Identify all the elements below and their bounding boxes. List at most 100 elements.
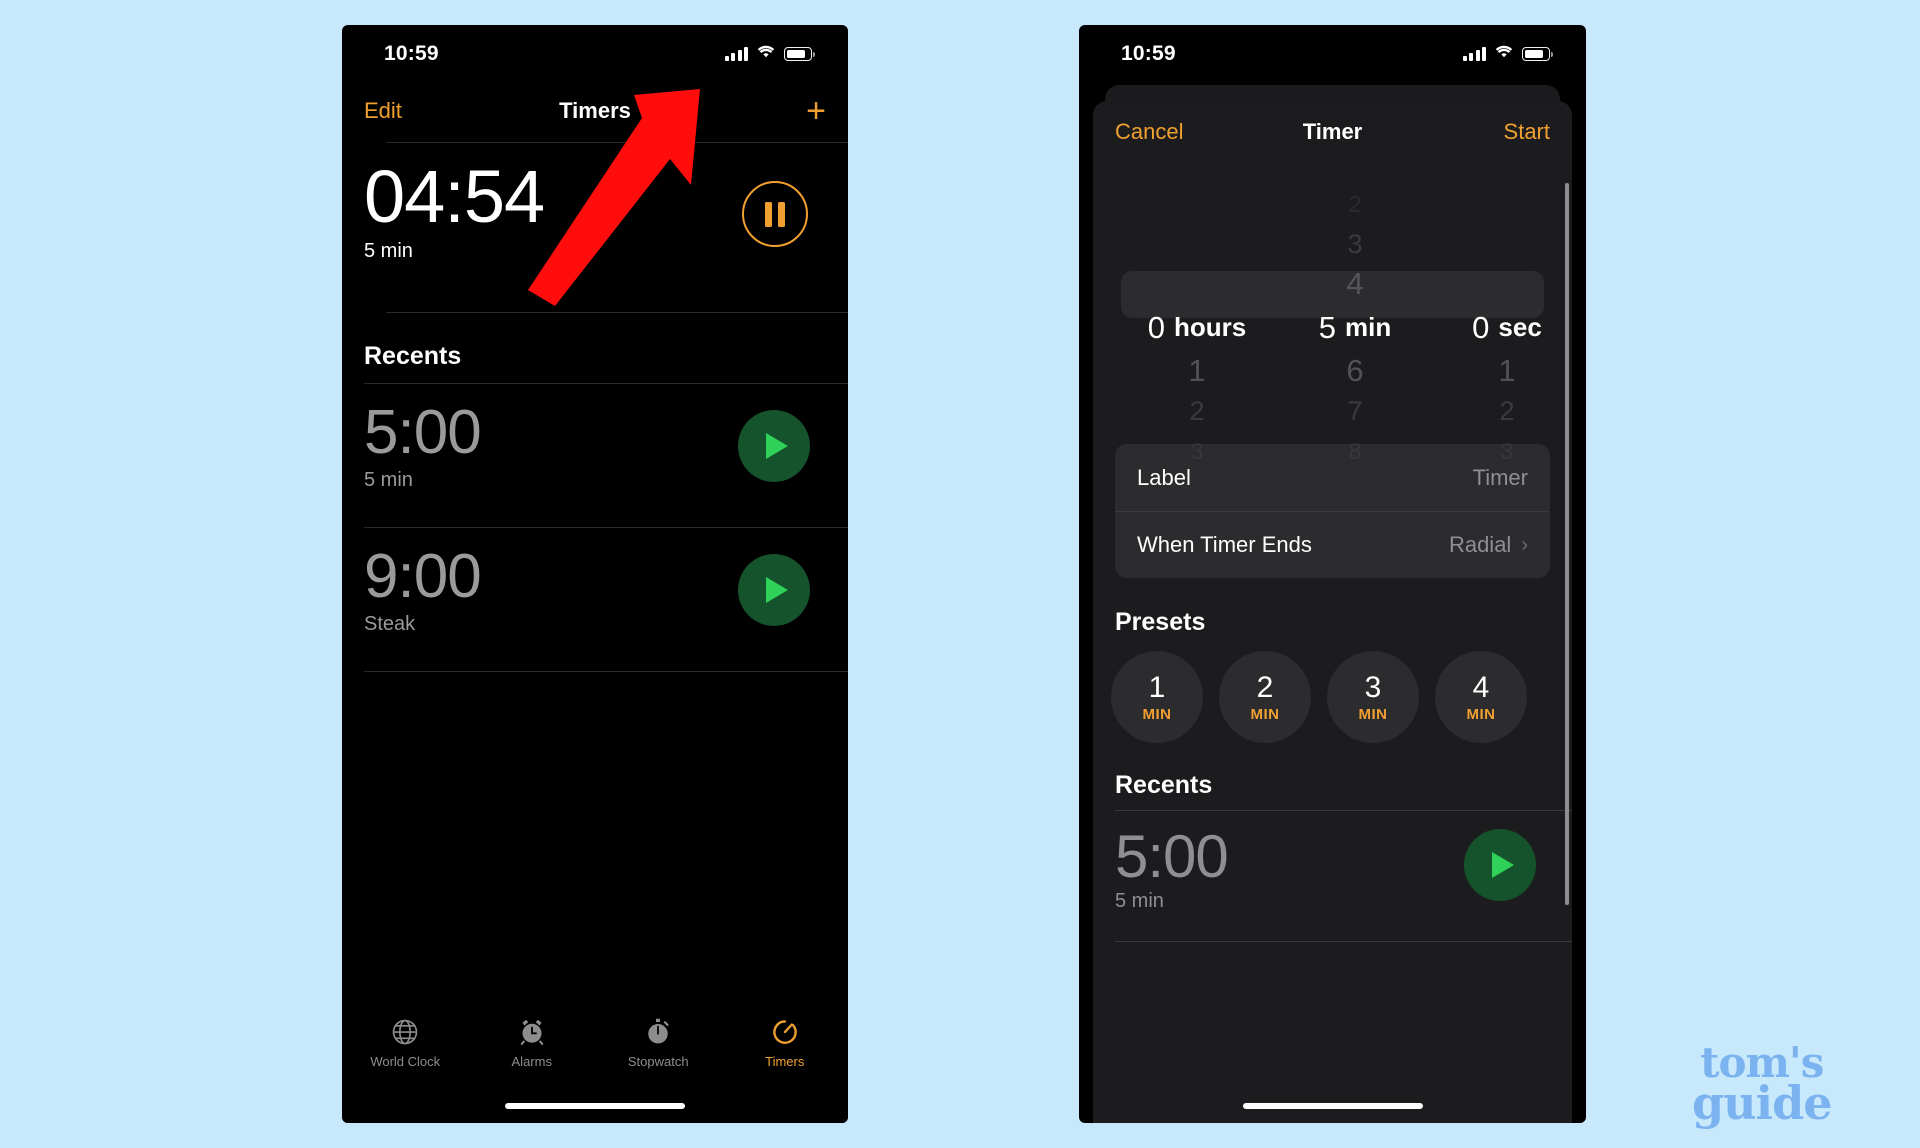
preset-button-4[interactable]: 4 MIN [1435,651,1527,743]
picker-value: 5 [1318,309,1336,345]
right-phone-screen: 10:59 Cancel Timer Start 0 hours 1 2 3 2… [1079,25,1586,1123]
status-time: 10:59 [1121,42,1176,65]
play-button[interactable] [738,410,810,482]
tab-timers[interactable]: Timers [722,1017,849,1069]
picker-option[interactable]: 1 [1115,351,1279,391]
chevron-right-icon: › [1521,533,1528,556]
picker-option[interactable]: 4 [1279,264,1431,304]
recents-section-left: Recents 5:00 5 min 9:00 Steak [342,318,848,672]
picker-option[interactable] [1115,224,1279,264]
picker-option[interactable]: 2 [1431,391,1572,431]
page-title: Timers [559,98,631,123]
stopwatch-icon [643,1017,673,1047]
when-timer-ends-row[interactable]: When Timer Ends Radial › [1115,511,1550,578]
left-phone-screen: 10:59 Edit Timers + 04:54 5 min Recents … [342,25,848,1123]
left-nav-bar: Edit Timers + [342,83,848,139]
picker-option[interactable]: 3 [1115,431,1279,471]
home-indicator[interactable] [505,1103,685,1109]
globe-icon [390,1017,420,1047]
picker-column-hours[interactable]: 0 hours 1 2 3 [1115,167,1279,464]
status-icons [1462,45,1553,64]
picker-option[interactable]: 1 [1431,351,1572,391]
pause-button[interactable] [742,181,808,247]
picker-column-minutes[interactable]: 2 3 4 5 min 6 7 8 [1279,167,1431,464]
play-icon [1492,852,1514,878]
active-timer-row[interactable]: 04:54 5 min [342,143,848,293]
signal-bars-icon [1462,47,1486,61]
presets-row: 1 MIN 2 MIN 3 MIN 4 MIN [1093,651,1572,743]
cancel-button[interactable]: Cancel [1115,119,1183,145]
recents-header: Recents [364,342,462,370]
tab-label: Alarms [511,1054,552,1069]
tab-label: Stopwatch [627,1054,689,1069]
status-bar-right: 10:59 [1079,25,1586,83]
edit-button[interactable]: Edit [364,98,402,124]
picker-option[interactable] [1431,184,1572,224]
tab-alarms[interactable]: Alarms [469,1017,596,1069]
tab-stopwatch[interactable]: Stopwatch [595,1017,722,1069]
preset-unit: MIN [1466,706,1496,723]
timer-icon [770,1017,800,1047]
picker-unit: min [1345,312,1392,342]
preset-number: 4 [1472,671,1490,704]
play-icon [766,433,788,459]
active-timer-label: 5 min [364,240,413,263]
table-row[interactable]: 5:00 5 min [342,384,848,527]
picker-selected-seconds[interactable]: 0 sec [1431,304,1572,351]
duration-picker[interactable]: 0 hours 1 2 3 2 3 4 5 min 6 7 8 0 sec 1 … [1093,167,1572,464]
picker-option[interactable]: 2 [1279,184,1431,224]
row-label: When Timer Ends [1137,532,1312,557]
preset-unit: MIN [1142,706,1172,723]
preset-button-3[interactable]: 3 MIN [1327,651,1419,743]
table-row[interactable]: 9:00 Steak [342,528,848,671]
preset-button-2[interactable]: 2 MIN [1219,651,1311,743]
play-icon [766,577,788,603]
sheet-nav-bar: Cancel Timer Start [1093,101,1572,163]
wifi-icon [1495,45,1513,64]
preset-number: 3 [1364,671,1382,704]
picker-option[interactable]: 3 [1279,224,1431,264]
picker-option[interactable] [1115,184,1279,224]
toms-guide-watermark: tom's guide [1692,1041,1833,1131]
picker-option[interactable]: 8 [1279,431,1431,471]
watermark-line-2: guide [1692,1076,1833,1131]
home-indicator[interactable] [1242,1103,1423,1109]
new-timer-sheet: Cancel Timer Start 0 hours 1 2 3 2 3 4 5… [1093,101,1572,1123]
presets-header: Presets [1115,608,1206,636]
tab-world-clock[interactable]: World Clock [342,1017,469,1069]
preset-button-1[interactable]: 1 MIN [1111,651,1203,743]
picker-selected-hours[interactable]: 0 hours [1115,304,1279,351]
divider [1115,941,1572,942]
add-timer-button[interactable]: + [806,94,826,128]
picker-option[interactable]: 3 [1431,431,1572,471]
tab-label: World Clock [370,1054,441,1069]
picker-option[interactable]: 2 [1115,391,1279,431]
picker-unit: hours [1174,312,1247,342]
pause-icon [765,201,772,227]
tab-label: Timers [765,1054,805,1069]
picker-option[interactable] [1431,224,1572,264]
picker-option[interactable] [1115,264,1279,304]
divider [386,312,848,313]
screenshot-canvas: 10:59 Edit Timers + 04:54 5 min Recents … [0,0,1920,1148]
picker-selected-minutes[interactable]: 5 min [1279,304,1431,351]
alarm-clock-icon [517,1017,547,1047]
status-bar-left: 10:59 [342,25,848,83]
divider [364,671,848,672]
picker-option[interactable]: 7 [1279,391,1431,431]
start-button[interactable]: Start [1504,119,1550,145]
pause-icon [778,201,785,227]
picker-value: 0 [1147,309,1165,345]
status-icons [724,45,815,64]
play-button[interactable] [738,554,810,626]
status-time: 10:59 [384,42,439,65]
picker-option[interactable] [1431,264,1572,304]
scrollbar[interactable] [1565,183,1569,905]
table-row[interactable]: 5:00 5 min [1093,811,1572,941]
preset-number: 2 [1256,671,1274,704]
picker-column-seconds[interactable]: 0 sec 1 2 3 [1431,167,1572,464]
picker-option[interactable]: 6 [1279,351,1431,391]
preset-unit: MIN [1358,706,1388,723]
play-button[interactable] [1464,829,1536,901]
when-timer-ends-value: Radial [1448,532,1512,557]
